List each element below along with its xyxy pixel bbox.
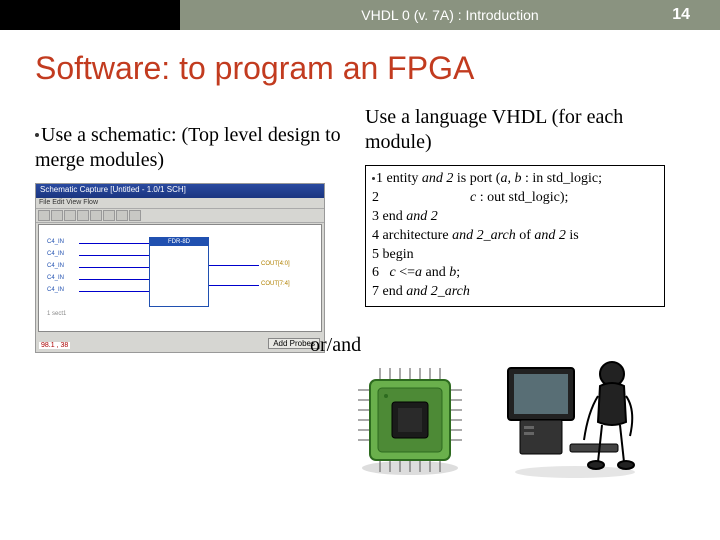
toolbar-button: [129, 210, 141, 221]
left-heading: Use a schematic: (Top level design to me…: [35, 123, 345, 173]
header-grey-bar: VHDL 0 (v. 7A) : Introduction 14: [180, 0, 720, 30]
toolbar-button: [64, 210, 76, 221]
schematic-block: FDR-8D: [149, 237, 209, 307]
io-label: C4_IN: [47, 287, 64, 293]
block-title: FDR-8D: [150, 238, 208, 246]
right-heading: Use a language VHDL (for each module): [365, 105, 685, 155]
code-line: 5 begin: [372, 246, 656, 265]
wire: [209, 265, 259, 266]
out-label: COUT[4:0]: [261, 261, 290, 267]
toolbar-button: [90, 210, 102, 221]
code-line: 6 c <=a and b;: [372, 264, 656, 283]
slide-header: VHDL 0 (v. 7A) : Introduction 14: [0, 0, 720, 30]
toolbar-button: [51, 210, 63, 221]
page-number: 14: [672, 6, 690, 24]
left-column: Use a schematic: (Top level design to me…: [35, 105, 345, 353]
left-heading-text: Use a schematic: (Top level design to me…: [35, 124, 341, 171]
toolbar-button: [38, 210, 50, 221]
bullet-icon: [372, 177, 375, 180]
schematic-screenshot: Schematic Capture [Untitled - 1.0/1 SCH]…: [35, 183, 325, 353]
toolbar-button: [103, 210, 115, 221]
schematic-canvas: FDR-8D C4_IN C4_IN C4_IN C4_IN C4_IN COU…: [38, 224, 322, 332]
io-label: C4_IN: [47, 263, 64, 269]
header-black-block: [0, 0, 180, 30]
io-label: C4_IN: [47, 239, 64, 245]
io-label: C4_IN: [47, 275, 64, 281]
right-column: Use a language VHDL (for each module) 1 …: [345, 105, 685, 353]
sheet-label: 1 sect1: [47, 311, 66, 317]
content-area: Use a schematic: (Top level design to me…: [0, 105, 720, 353]
io-label: C4_IN: [47, 251, 64, 257]
wire: [79, 243, 149, 244]
code-line: 3 end and 2: [372, 208, 656, 227]
code-line: 7 end and 2_arch: [372, 283, 656, 302]
schematic-toolbar: [36, 209, 324, 223]
code-line: 1 entity and 2 is port (a, b : in std_lo…: [372, 170, 656, 189]
fpga-chip-icon: [350, 360, 470, 480]
code-line: 4 architecture and 2_arch of and 2 is: [372, 227, 656, 246]
wire: [79, 279, 149, 280]
schematic-titlebar: Schematic Capture [Untitled - 1.0/1 SCH]: [36, 184, 324, 198]
code-line: 2 c : out std_logic);: [372, 189, 656, 208]
computer-user-icon: [500, 350, 650, 480]
breadcrumb: VHDL 0 (v. 7A) : Introduction: [361, 7, 538, 23]
slide-title: Software: to program an FPGA: [35, 50, 720, 87]
toolbar-button: [77, 210, 89, 221]
wire: [79, 291, 149, 292]
vhdl-code-box: 1 entity and 2 is port (a, b : in std_lo…: [365, 165, 665, 307]
bullet-icon: [35, 133, 39, 137]
out-label: COUT[7:4]: [261, 281, 290, 287]
wire: [209, 285, 259, 286]
wire: [79, 267, 149, 268]
schematic-menubar: File Edit View Flow: [36, 198, 324, 209]
or-and-label: or/and: [310, 334, 361, 357]
coord-readout: 98.1 , 38: [39, 342, 70, 349]
toolbar-button: [116, 210, 128, 221]
wire: [79, 255, 149, 256]
